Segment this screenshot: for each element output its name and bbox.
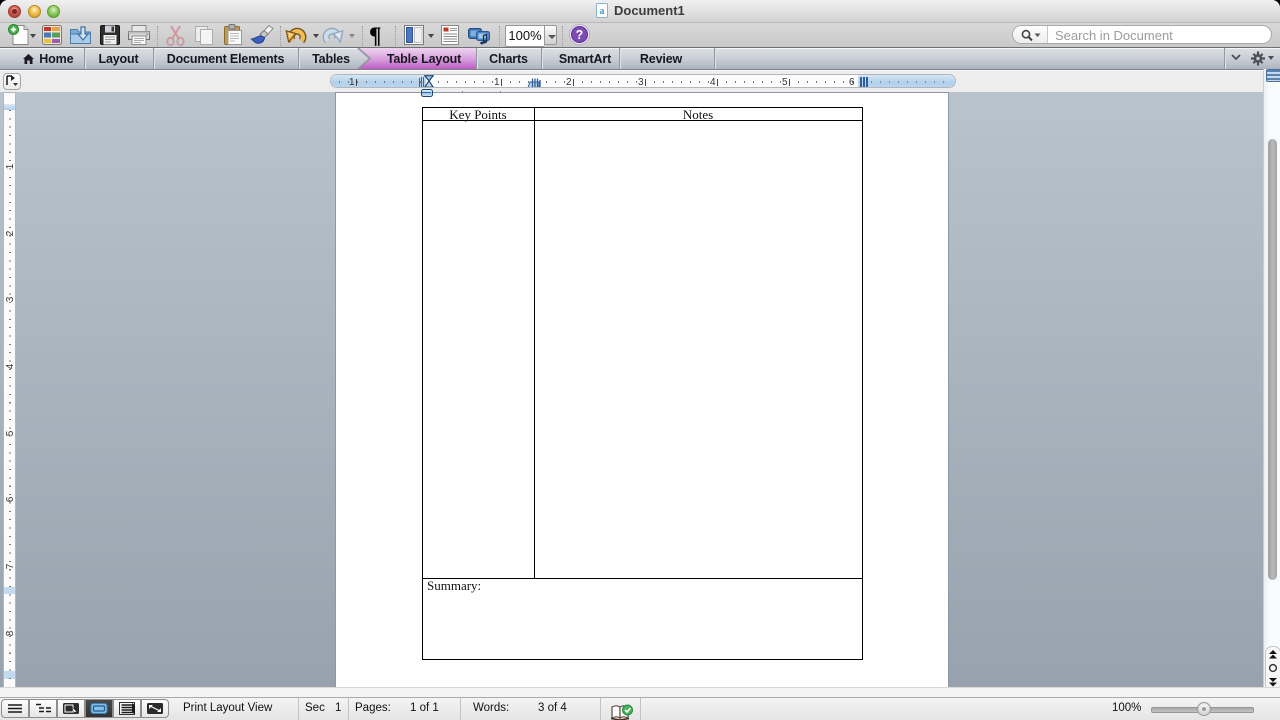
svg-text:a: a (600, 6, 605, 17)
svg-text:?: ? (576, 28, 584, 42)
